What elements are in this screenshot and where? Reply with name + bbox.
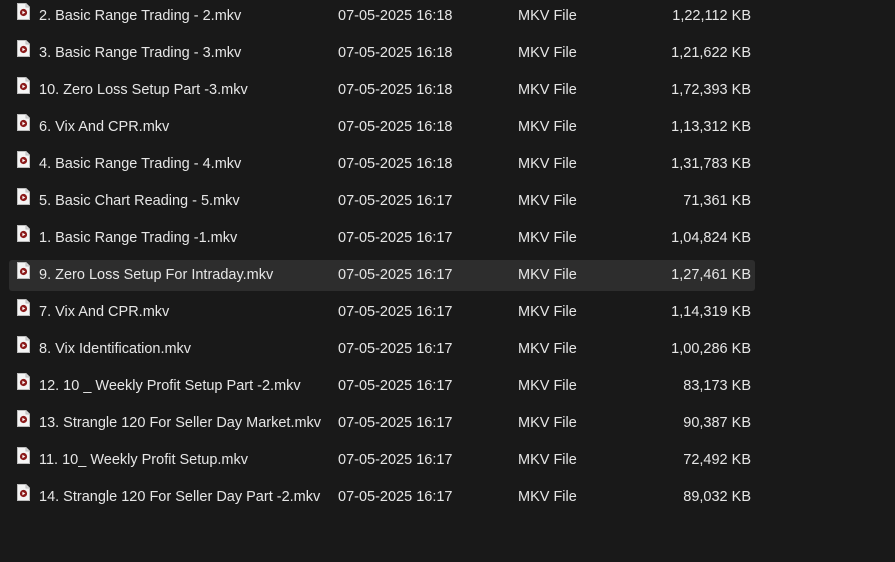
file-type: MKV File xyxy=(518,489,577,505)
file-size: 1,14,319 KB xyxy=(671,304,751,320)
file-name: 5. Basic Chart Reading - 5.mkv xyxy=(39,193,240,209)
file-name: 7. Vix And CPR.mkv xyxy=(39,304,170,320)
file-row[interactable]: 7. Vix And CPR.mkv 07-05-2025 16:17 MKV Fi… xyxy=(9,297,755,328)
file-size: 72,492 KB xyxy=(683,452,751,468)
file-name: 4. Basic Range Trading - 4.mkv xyxy=(39,156,242,172)
file-row[interactable]: 14. Strangle 120 For Seller Day Part -2.… xyxy=(9,482,755,513)
file-size: 1,72,393 KB xyxy=(671,82,751,98)
file-name: 8. Vix Identification.mkv xyxy=(39,341,192,357)
file-date-modified: 07-05-2025 16:18 xyxy=(338,82,453,98)
file-date-modified: 07-05-2025 16:17 xyxy=(338,452,453,468)
file-row[interactable]: 10. Zero Loss Setup Part -3.mkv 07-05-202… xyxy=(9,75,755,106)
file-size: 1,04,824 KB xyxy=(671,230,751,246)
file-size: 71,361 KB xyxy=(683,193,751,209)
file-row[interactable]: 1. Basic Range Trading -1.mkv 07-05-2025 … xyxy=(9,223,755,254)
video-file-icon xyxy=(17,112,30,131)
video-file-icon xyxy=(17,223,30,242)
video-file-icon xyxy=(17,186,30,205)
file-name: 1. Basic Range Trading -1.mkv xyxy=(39,230,238,246)
file-row[interactable]: 6. Vix And CPR.mkv 07-05-2025 16:18 MKV Fi… xyxy=(9,112,755,143)
file-name: 14. Strangle 120 For Seller Day Part -2.… xyxy=(39,489,321,505)
video-file-icon xyxy=(17,75,30,94)
file-type: MKV File xyxy=(518,8,577,24)
video-file-icon xyxy=(17,1,30,20)
file-row[interactable]: 9. Zero Loss Setup For Intraday.mkv 07-05… xyxy=(9,260,755,291)
video-file-icon xyxy=(17,149,30,168)
file-size: 1,13,312 KB xyxy=(671,119,751,135)
file-name: 12. 10 _ Weekly Profit Setup Part -2.mkv xyxy=(39,378,301,394)
file-size: 90,387 KB xyxy=(683,415,751,431)
file-name: 6. Vix And CPR.mkv xyxy=(39,119,170,135)
video-file-icon xyxy=(17,371,30,390)
file-date-modified: 07-05-2025 16:18 xyxy=(338,156,453,172)
file-name: 10. Zero Loss Setup Part -3.mkv xyxy=(39,82,248,98)
file-row[interactable]: 5. Basic Chart Reading - 5.mkv 07-05-2025… xyxy=(9,186,755,217)
file-size: 1,21,622 KB xyxy=(671,45,751,61)
file-type: MKV File xyxy=(518,156,577,172)
file-list: 2. Basic Range Trading - 2.mkv 07-05-2025… xyxy=(0,0,895,562)
file-type: MKV File xyxy=(518,193,577,209)
file-date-modified: 07-05-2025 16:17 xyxy=(338,415,453,431)
file-row[interactable]: 2. Basic Range Trading - 2.mkv 07-05-2025… xyxy=(9,1,755,32)
file-row[interactable]: 11. 10_ Weekly Profit Setup.mkv 07-05-202… xyxy=(9,445,755,476)
file-date-modified: 07-05-2025 16:17 xyxy=(338,341,453,357)
file-date-modified: 07-05-2025 16:18 xyxy=(338,8,453,24)
file-type: MKV File xyxy=(518,230,577,246)
video-file-icon xyxy=(17,445,30,464)
file-name: 3. Basic Range Trading - 3.mkv xyxy=(39,45,242,61)
file-size: 1,22,112 KB xyxy=(672,8,751,24)
file-type: MKV File xyxy=(518,119,577,135)
video-file-icon xyxy=(17,260,30,279)
file-name: 9. Zero Loss Setup For Intraday.mkv xyxy=(39,267,274,283)
video-file-icon xyxy=(17,482,30,501)
file-date-modified: 07-05-2025 16:17 xyxy=(338,378,453,394)
file-date-modified: 07-05-2025 16:17 xyxy=(338,304,453,320)
file-type: MKV File xyxy=(518,45,577,61)
file-size: 1,00,286 KB xyxy=(671,341,751,357)
video-file-icon xyxy=(17,38,30,57)
video-file-icon xyxy=(17,408,30,427)
file-size: 1,31,783 KB xyxy=(671,156,751,172)
file-row[interactable]: 8. Vix Identification.mkv 07-05-2025 16:1… xyxy=(9,334,755,365)
file-date-modified: 07-05-2025 16:18 xyxy=(338,119,453,135)
file-name: 2. Basic Range Trading - 2.mkv xyxy=(39,8,242,24)
video-file-icon xyxy=(17,297,30,316)
file-size: 89,032 KB xyxy=(683,489,751,505)
file-row[interactable]: 13. Strangle 120 For Seller Day Market.m… xyxy=(9,408,755,439)
file-type: MKV File xyxy=(518,82,577,98)
file-name: 11. 10_ Weekly Profit Setup.mkv xyxy=(39,452,249,468)
file-date-modified: 07-05-2025 16:17 xyxy=(338,267,453,283)
file-date-modified: 07-05-2025 16:17 xyxy=(338,193,453,209)
file-date-modified: 07-05-2025 16:17 xyxy=(338,230,453,246)
file-type: MKV File xyxy=(518,267,577,283)
file-type: MKV File xyxy=(518,415,577,431)
file-type: MKV File xyxy=(518,304,577,320)
file-row[interactable]: 3. Basic Range Trading - 3.mkv 07-05-2025… xyxy=(9,38,755,69)
file-row[interactable]: 4. Basic Range Trading - 4.mkv 07-05-2025… xyxy=(9,149,755,180)
file-size: 83,173 KB xyxy=(683,378,751,394)
file-date-modified: 07-05-2025 16:17 xyxy=(338,489,453,505)
file-row[interactable]: 12. 10 _ Weekly Profit Setup Part -2.mkv… xyxy=(9,371,755,402)
file-size: 1,27,461 KB xyxy=(671,267,751,283)
file-date-modified: 07-05-2025 16:18 xyxy=(338,45,453,61)
file-type: MKV File xyxy=(518,378,577,394)
file-type: MKV File xyxy=(518,452,577,468)
file-name: 13. Strangle 120 For Seller Day Market.m… xyxy=(39,415,322,431)
video-file-icon xyxy=(17,334,30,353)
file-type: MKV File xyxy=(518,341,577,357)
